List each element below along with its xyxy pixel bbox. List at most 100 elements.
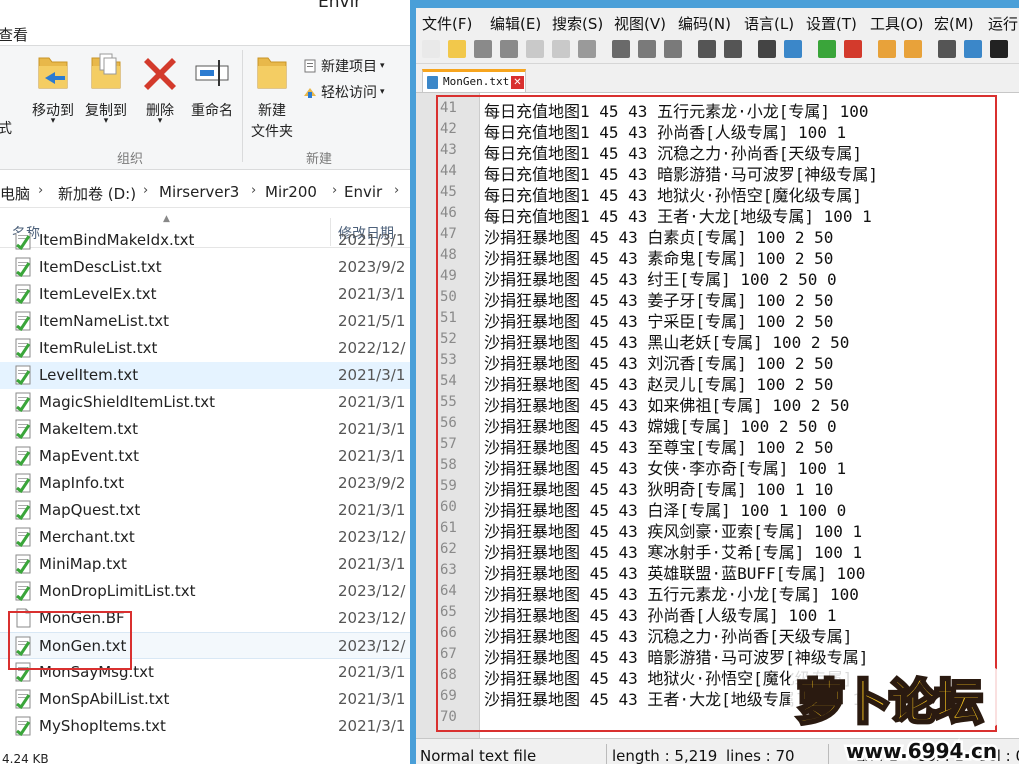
file-row[interactable]: MonSpAbilList.txt 2021/3/1 <box>0 686 410 713</box>
replace-icon[interactable] <box>784 40 802 58</box>
menu-item[interactable]: 文件(F) <box>422 13 472 34</box>
word-wrap-icon[interactable] <box>938 40 956 58</box>
file-name: MonDropLimitList.txt <box>39 582 196 600</box>
file-name: MiniMap.txt <box>39 555 127 573</box>
ribbon-separator <box>242 50 243 162</box>
notepad-plus-plus-window: 文件(F) 编辑(E) 搜索(S) 视图(V) 编码(N) 语言(L) 设置(T) 工具(O)… <box>410 0 1019 764</box>
file-row[interactable]: MyShopItems.txt 2021/3/1 <box>0 713 410 740</box>
file-row[interactable]: MiniMap.txt 2021/3/1 <box>0 551 410 578</box>
breadcrumb-mir200[interactable]: Mir200 <box>265 183 317 201</box>
zoom-out-icon[interactable] <box>844 40 862 58</box>
menu-item[interactable]: 语言(L) <box>744 13 794 34</box>
text-file-icon <box>14 338 32 362</box>
file-date: 2021/3/1 <box>338 447 406 465</box>
sync-horizontal-icon[interactable] <box>904 40 922 58</box>
explorer-status-bar: 4.24 KB <box>0 750 410 764</box>
file-row[interactable]: ItemDescList.txt 2023/9/2 <box>0 254 410 281</box>
file-list: ItemBindMakeIdx.txt 2021/3/1 ItemDescList.… <box>0 233 410 751</box>
save-icon[interactable] <box>474 40 492 58</box>
close-all-icon[interactable] <box>552 40 570 58</box>
file-date: 2023/12/ <box>338 582 406 600</box>
menu-item[interactable]: 编码(N) <box>678 13 731 34</box>
text-file-icon <box>14 473 32 497</box>
ribbon-tab-view[interactable]: 查看 <box>0 22 410 46</box>
print-icon[interactable] <box>578 40 596 58</box>
sync-vertical-icon[interactable] <box>878 40 896 58</box>
close-tab-icon[interactable]: ✕ <box>511 76 524 89</box>
menu-item[interactable]: 搜索(S) <box>552 13 603 34</box>
new-file-icon[interactable] <box>422 40 440 58</box>
file-name: MapEvent.txt <box>39 447 140 465</box>
easy-access-button[interactable]: 轻松访问 ▾ <box>302 82 385 102</box>
move-to-button[interactable]: 移动到 ▾ <box>26 50 80 140</box>
breadcrumb-separator: › <box>143 183 149 198</box>
file-row[interactable]: ItemNameList.txt 2021/5/1 <box>0 308 410 335</box>
file-name: Merchant.txt <box>39 528 135 546</box>
new-folder-icon <box>257 57 287 89</box>
file-name: MapInfo.txt <box>39 474 125 492</box>
text-file-icon <box>14 284 32 308</box>
svg-text:萝卜论坛: 萝卜论坛 <box>798 675 982 729</box>
text-file-icon <box>14 554 32 578</box>
breadcrumb-separator: › <box>332 183 338 198</box>
redo-icon[interactable] <box>724 40 742 58</box>
document-icon <box>427 76 438 89</box>
text-file-icon <box>14 311 32 335</box>
file-row[interactable]: MapEvent.txt 2021/3/1 <box>0 443 410 470</box>
menu-item[interactable]: 编辑(E) <box>490 13 541 34</box>
file-row[interactable]: Merchant.txt 2023/12/ <box>0 524 410 551</box>
save-all-icon[interactable] <box>500 40 518 58</box>
breadcrumb-separator: › <box>38 183 44 198</box>
file-row[interactable]: MapQuest.txt 2021/3/1 <box>0 497 410 524</box>
rename-button[interactable]: 重命名 <box>186 50 238 140</box>
explorer-status-size: 4.24 KB <box>2 752 49 764</box>
editor-area[interactable]: 41 每日充值地图1 45 43 五行元素龙·小龙[专属] 100 42 每日充值地图… <box>416 92 1019 738</box>
undo-icon[interactable] <box>698 40 716 58</box>
menu-item[interactable]: 设置(T) <box>806 13 857 34</box>
breadcrumb-mirserver3[interactable]: Mirserver3 <box>159 183 239 201</box>
find-icon[interactable] <box>758 40 776 58</box>
ribbon-left-fragment: 式 <box>0 121 12 137</box>
ribbon-tab-view-label: 查看 <box>0 26 29 44</box>
zoom-in-icon[interactable] <box>818 40 836 58</box>
file-row[interactable]: ItemBindMakeIdx.txt 2021/3/1 <box>0 233 410 254</box>
file-row[interactable]: ItemLevelEx.txt 2021/3/1 <box>0 281 410 308</box>
file-row[interactable]: MapInfo.txt 2023/9/2 <box>0 470 410 497</box>
address-bar[interactable]: 电脑 › 新加卷 (D:) › Mirserver3 › Mir200 › En… <box>0 176 410 208</box>
file-row[interactable]: ItemRuleList.txt 2022/12/ <box>0 335 410 362</box>
file-row[interactable]: MonDropLimitList.txt 2023/12/ <box>0 578 410 605</box>
breadcrumb-envir[interactable]: Envir <box>344 183 382 201</box>
copy-to-button[interactable]: 复制到 ▾ <box>79 50 133 140</box>
breadcrumb-drive[interactable]: 新加卷 (D:) <box>58 183 136 204</box>
file-date: 2021/3/1 <box>338 717 406 735</box>
text-file-icon <box>14 716 32 740</box>
file-row[interactable]: MakeItem.txt 2021/3/1 <box>0 416 410 443</box>
copy-icon[interactable] <box>638 40 656 58</box>
new-folder-button[interactable]: 新建 文件夹 <box>246 50 298 146</box>
open-file-icon[interactable] <box>448 40 466 58</box>
paste-icon[interactable] <box>664 40 682 58</box>
rename-icon <box>195 60 229 86</box>
delete-button[interactable]: 删除 ▾ <box>138 50 182 140</box>
menu-item[interactable]: 工具(O) <box>870 13 924 34</box>
indent-guide-icon[interactable] <box>990 40 1008 58</box>
text-file-icon <box>14 581 32 605</box>
file-row[interactable]: LevelItem.txt 2021/3/1 <box>0 362 410 389</box>
copy-to-icon <box>91 53 121 89</box>
show-all-chars-icon[interactable] <box>964 40 982 58</box>
file-name: ItemRuleList.txt <box>39 339 158 357</box>
new-item-button[interactable]: 新建项目 ▾ <box>302 56 385 76</box>
menu-item[interactable]: 视图(V) <box>614 13 666 34</box>
menu-item[interactable]: 运行( <box>988 13 1019 34</box>
tab-mongen[interactable]: MonGen.txt ✕ <box>422 69 526 93</box>
cut-icon[interactable] <box>612 40 630 58</box>
file-date: 2023/9/2 <box>338 258 406 276</box>
breadcrumb-pc[interactable]: 电脑 <box>0 183 30 204</box>
file-row[interactable]: MagicShieldItemList.txt 2021/3/1 <box>0 389 410 416</box>
file-date: 2023/12/ <box>338 528 406 546</box>
close-icon[interactable] <box>526 40 544 58</box>
tab-bar: MonGen.txt ✕ <box>416 66 1019 93</box>
menu-item[interactable]: 宏(M) <box>934 13 974 34</box>
file-date: 2023/12/ <box>338 609 406 627</box>
file-date: 2021/5/1 <box>338 312 406 330</box>
